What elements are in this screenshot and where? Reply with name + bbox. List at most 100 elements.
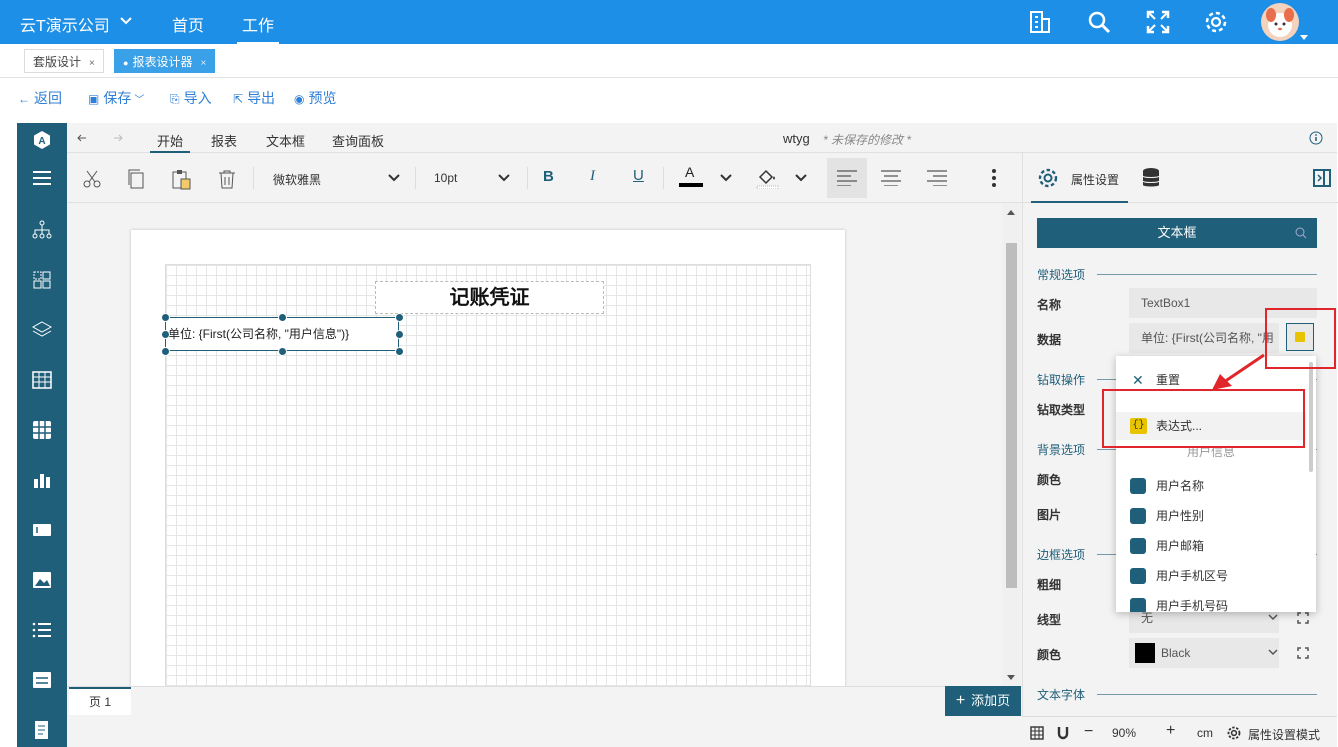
- zoom-level[interactable]: 90%: [1112, 726, 1136, 740]
- field-item[interactable]: 用户性别: [1116, 502, 1306, 530]
- close-icon[interactable]: ×: [200, 58, 206, 69]
- scroll-down-icon[interactable]: [1007, 675, 1015, 681]
- close-icon[interactable]: ×: [89, 58, 95, 69]
- mode-label[interactable]: 属性设置模式: [1248, 726, 1320, 743]
- resize-handle[interactable]: [395, 347, 404, 356]
- expand-icon[interactable]: [1297, 612, 1309, 624]
- align-left-button[interactable]: [827, 158, 867, 198]
- settings-icon[interactable]: [1227, 726, 1241, 740]
- preview-button[interactable]: ◉ 预览: [294, 88, 336, 108]
- export-button[interactable]: ⇱ 导出: [233, 88, 275, 108]
- tab-template-design[interactable]: 套版设计 ×: [24, 49, 104, 73]
- chevron-down-icon[interactable]: [719, 173, 733, 183]
- field-item[interactable]: 用户手机号码: [1116, 592, 1306, 612]
- chevron-down-icon[interactable]: [794, 173, 808, 183]
- field-item[interactable]: 用户邮箱: [1116, 532, 1306, 560]
- align-center-icon[interactable]: [881, 170, 901, 186]
- page-tab[interactable]: 页 1: [69, 687, 131, 715]
- tree-icon[interactable]: [31, 219, 53, 241]
- paste-icon[interactable]: [170, 168, 192, 190]
- unit-label[interactable]: cm: [1197, 726, 1213, 740]
- form-icon[interactable]: [31, 669, 53, 691]
- report-title[interactable]: 记账凭证: [375, 281, 604, 314]
- resize-handle[interactable]: [395, 313, 404, 322]
- delete-icon[interactable]: [216, 168, 238, 190]
- database-icon[interactable]: [1141, 167, 1161, 189]
- gear-icon[interactable]: [1203, 9, 1229, 35]
- nav-home[interactable]: 首页: [172, 12, 204, 36]
- document-icon[interactable]: [31, 719, 53, 741]
- tab-report[interactable]: 报表: [211, 131, 237, 150]
- image-icon[interactable]: [31, 569, 53, 591]
- list-icon[interactable]: [31, 619, 53, 641]
- object-selector[interactable]: 文本框: [1037, 218, 1317, 248]
- more-icon[interactable]: [991, 168, 997, 188]
- copy-icon[interactable]: [125, 168, 147, 190]
- chevron-down-icon[interactable]: [119, 14, 133, 28]
- back-button[interactable]: ← 返回: [18, 88, 62, 108]
- align-right-icon[interactable]: [927, 170, 947, 186]
- components-icon[interactable]: [31, 269, 53, 291]
- field-item[interactable]: 用户名称: [1116, 472, 1306, 500]
- scroll-up-icon[interactable]: [1007, 209, 1015, 215]
- layers-icon[interactable]: [31, 319, 53, 341]
- font-family-select[interactable]: 微软雅黑: [273, 171, 321, 188]
- tab-properties[interactable]: 属性设置: [1071, 171, 1119, 188]
- tab-start[interactable]: 开始: [149, 131, 191, 153]
- resize-handle[interactable]: [278, 313, 287, 322]
- italic-icon[interactable]: I: [590, 168, 595, 185]
- scrollbar-thumb[interactable]: [1006, 243, 1017, 588]
- resize-handle[interactable]: [395, 330, 404, 339]
- redo-icon[interactable]: [111, 133, 123, 143]
- search-icon[interactable]: [1086, 9, 1112, 35]
- panel-toggle-icon[interactable]: [1313, 169, 1331, 187]
- resize-handle[interactable]: [161, 330, 170, 339]
- font-color-icon[interactable]: A: [685, 164, 694, 180]
- undo-icon[interactable]: [77, 133, 89, 143]
- save-button[interactable]: ▣ 保存 ﹀: [88, 88, 144, 108]
- tab-query-panel[interactable]: 查询面板: [332, 131, 384, 150]
- textbox-icon[interactable]: [31, 519, 53, 541]
- zoom-out-icon[interactable]: −: [1084, 723, 1093, 741]
- import-button[interactable]: ⎘ 导入: [170, 88, 212, 108]
- font-size-select[interactable]: 10pt: [434, 171, 457, 185]
- chevron-down-icon[interactable]: [1268, 614, 1278, 622]
- building-icon[interactable]: [1027, 9, 1053, 35]
- dropdown-scrollbar[interactable]: [1309, 362, 1313, 472]
- selected-textbox[interactable]: 单位: {First(公司名称, "用户信息")}: [165, 317, 399, 351]
- bold-icon[interactable]: B: [543, 168, 554, 185]
- data-field[interactable]: 单位: {First(公司名称, "用: [1129, 323, 1279, 353]
- resize-handle[interactable]: [161, 347, 170, 356]
- snap-icon[interactable]: [1056, 726, 1070, 740]
- grid-icon[interactable]: [1030, 726, 1044, 740]
- matrix-icon[interactable]: [31, 419, 53, 441]
- tab-report-designer[interactable]: ● 报表设计器 ×: [114, 49, 216, 73]
- cut-icon[interactable]: [81, 168, 103, 190]
- tab-textbox[interactable]: 文本框: [266, 131, 305, 150]
- chevron-down-icon[interactable]: [387, 173, 401, 183]
- design-canvas[interactable]: 记账凭证 单位: {First(公司名称, "用户信息")}: [67, 203, 1002, 694]
- chevron-down-icon[interactable]: [1268, 649, 1278, 657]
- resize-handle[interactable]: [278, 347, 287, 356]
- add-page-button[interactable]: + 添加页: [945, 686, 1021, 716]
- nav-work[interactable]: 工作: [236, 12, 280, 44]
- chart-icon[interactable]: [31, 469, 53, 491]
- resize-handle[interactable]: [161, 313, 170, 322]
- menu-icon[interactable]: [31, 167, 53, 189]
- fill-color-icon[interactable]: [755, 167, 779, 189]
- caret-down-icon[interactable]: [1300, 35, 1308, 41]
- expand-icon[interactable]: [1297, 647, 1309, 659]
- table-icon[interactable]: [31, 369, 53, 391]
- settings-icon[interactable]: [1037, 167, 1059, 189]
- report-page[interactable]: 记账凭证 单位: {First(公司名称, "用户信息")}: [131, 230, 845, 694]
- underline-icon[interactable]: U: [633, 167, 644, 184]
- vertical-scrollbar[interactable]: [1002, 203, 1021, 686]
- zoom-in-icon[interactable]: +: [1166, 722, 1175, 740]
- field-item[interactable]: 用户手机区号: [1116, 562, 1306, 590]
- info-icon[interactable]: [1309, 131, 1323, 145]
- search-icon[interactable]: [1295, 227, 1307, 239]
- avatar[interactable]: [1261, 3, 1299, 41]
- chevron-down-icon[interactable]: [497, 173, 511, 183]
- fullscreen-icon[interactable]: [1145, 9, 1171, 35]
- company-name[interactable]: 云T演示公司: [20, 12, 110, 36]
